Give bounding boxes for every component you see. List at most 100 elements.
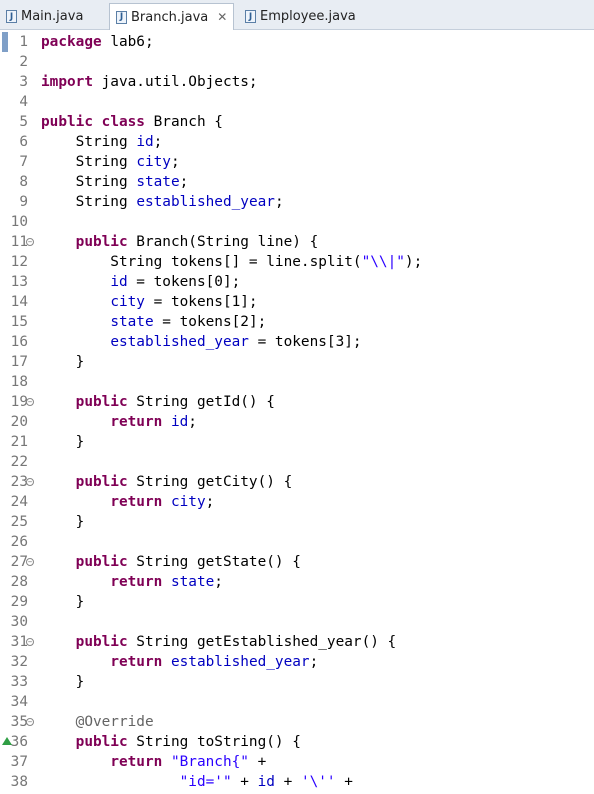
code-token: String toString() { [127,734,301,750]
code-token: + [335,774,353,790]
code-line[interactable]: 19− public String getId() { [0,392,594,412]
code-line[interactable]: 17 } [0,352,594,372]
code-line[interactable]: 33 } [0,672,594,692]
code-text: public Branch(String line) { [41,232,319,252]
code-text: public String toString() { [41,732,301,752]
code-line[interactable]: 11− public Branch(String line) { [0,232,594,252]
code-text: } [41,592,85,612]
keyword-token: public [41,114,93,130]
code-text: state = tokens[2]; [41,312,266,332]
close-icon[interactable]: ✕ [217,10,227,24]
fold-toggle-icon[interactable]: − [26,238,34,246]
line-number: 1 [19,34,28,50]
code-line[interactable]: 8 String state; [0,172,594,192]
line-number: 23 [10,474,28,490]
tab-branch-java[interactable]: J Branch.java ✕ [109,3,235,30]
line-number: 6 [19,134,28,150]
field-token: id [110,274,128,290]
line-number: 32 [10,654,28,670]
code-line[interactable]: 25 } [0,512,594,532]
code-line[interactable]: 29 } [0,592,594,612]
code-line[interactable]: 15 state = tokens[2]; [0,312,594,332]
code-token: String [41,154,137,170]
code-token: = tokens[3]; [248,334,362,350]
code-line[interactable]: 22 [0,452,594,472]
code-token: String tokens[] = line.split( [41,254,362,270]
code-line[interactable]: 9 String established_year; [0,192,594,212]
keyword-token: import [41,74,93,90]
line-number: 35 [10,714,28,730]
code-line[interactable]: 28 return state; [0,572,594,592]
code-line[interactable]: 32 return established_year; [0,652,594,672]
line-number: 9 [19,194,28,210]
code-token: String getCity() { [127,474,293,490]
code-line[interactable]: 21 } [0,432,594,452]
keyword-token: public [75,474,128,490]
code-token: String getEstablished_year() { [127,634,397,650]
code-text: } [41,672,85,692]
editor-tab-bar: J Main.java J Branch.java ✕ J Employee.j… [0,0,594,30]
tab-employee-java[interactable]: J Employee.java [239,3,362,30]
code-line[interactable]: 35− @Override [0,712,594,732]
code-token: String [41,194,137,210]
fold-toggle-icon[interactable]: − [26,558,34,566]
code-line[interactable]: 24 return city; [0,492,594,512]
tab-main-java[interactable]: J Main.java [0,3,89,30]
code-token: } [41,594,85,610]
fold-toggle-icon[interactable]: − [26,478,34,486]
code-line[interactable]: 26 [0,532,594,552]
code-line[interactable]: 12 String tokens[] = line.split("\\|"); [0,252,594,272]
code-token: ); [404,254,423,270]
code-line[interactable]: 14 city = tokens[1]; [0,292,594,312]
code-line[interactable]: 36 public String toString() { [0,732,594,752]
fold-toggle-icon[interactable]: − [26,638,34,646]
field-token: id [170,414,189,430]
code-line[interactable]: 18 [0,372,594,392]
code-line[interactable]: 2 [0,52,594,72]
code-line[interactable]: 37 return "Branch{" + [0,752,594,772]
code-line[interactable]: 38 "id='" + id + '\'' + [0,772,594,792]
code-text: String tokens[] = line.split("\\|"); [41,252,422,272]
code-line[interactable]: 34 [0,692,594,712]
line-number: 38 [10,774,28,790]
fold-toggle-icon[interactable]: − [26,398,34,406]
line-number: 33 [10,674,28,690]
tab-label: Employee.java [260,9,356,24]
code-line[interactable]: 6 String id; [0,132,594,152]
code-line[interactable]: 4 [0,92,594,112]
line-number: 37 [10,754,28,770]
code-line[interactable]: 27− public String getState() { [0,552,594,572]
code-line[interactable]: 31− public String getEstablished_year() … [0,632,594,652]
line-number: 25 [10,514,28,530]
line-number: 34 [10,694,28,710]
code-editor[interactable]: 1 package lab6; 2 3 import java.util.Objects… [0,30,594,794]
code-line[interactable]: 10 [0,212,594,232]
java-file-icon: J [245,10,256,23]
field-token: established_year [110,334,249,350]
code-line[interactable]: 23− public String getCity() { [0,472,594,492]
line-number: 24 [10,494,28,510]
line-number: 19 [10,394,28,410]
code-line[interactable]: 13 id = tokens[0]; [0,272,594,292]
keyword-token: class [101,114,145,130]
code-line[interactable]: 5 public class Branch { [0,112,594,132]
field-token: state [170,574,215,590]
code-line[interactable]: 3 import java.util.Objects; [0,72,594,92]
line-number: 30 [10,614,28,630]
code-line[interactable]: 20 return id; [0,412,594,432]
code-line[interactable]: 16 established_year = tokens[3]; [0,332,594,352]
code-line[interactable]: 30 [0,612,594,632]
code-line[interactable]: 7 String city; [0,152,594,172]
fold-toggle-icon[interactable]: − [26,718,34,726]
code-line[interactable]: 1 package lab6; [0,32,594,52]
